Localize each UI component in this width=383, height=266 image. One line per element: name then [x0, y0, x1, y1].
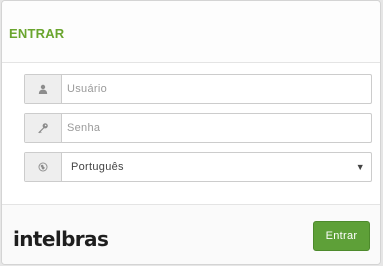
language-selected-label: Português [71, 161, 124, 173]
user-icon [25, 75, 62, 103]
login-panel: ENTRAR Portugu [1, 0, 381, 265]
key-icon [25, 114, 62, 142]
panel-footer: intelbras Entrar [2, 204, 380, 264]
chevron-down-icon: ▼ [355, 162, 365, 172]
globe-icon [25, 153, 62, 181]
login-button[interactable]: Entrar [313, 221, 370, 251]
password-input[interactable] [62, 114, 371, 142]
intelbras-logo: intelbras [13, 227, 109, 251]
panel-title: ENTRAR [9, 26, 65, 41]
username-input[interactable] [62, 75, 371, 103]
language-select[interactable]: Português ▼ [24, 152, 372, 182]
panel-header: ENTRAR [2, 1, 380, 63]
password-field[interactable] [24, 113, 372, 143]
language-select-value[interactable]: Português ▼ [62, 153, 371, 181]
username-field[interactable] [24, 74, 372, 104]
